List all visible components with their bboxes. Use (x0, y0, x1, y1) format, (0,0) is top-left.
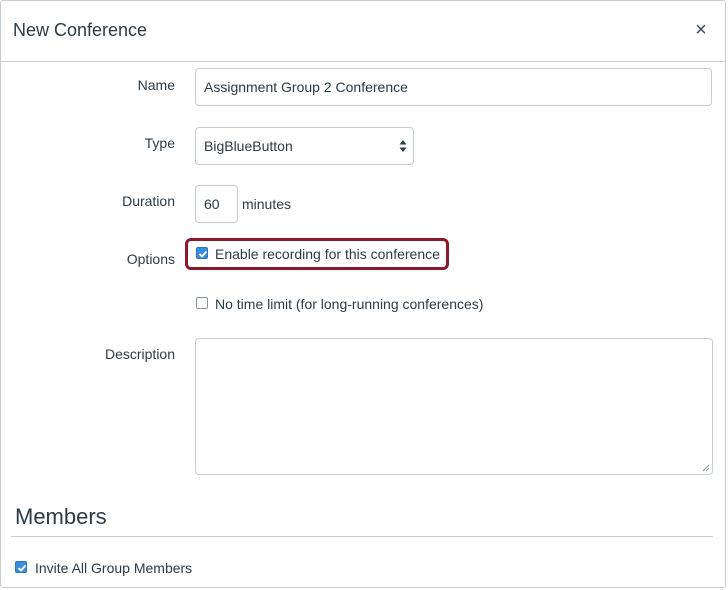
dialog-header: New Conference × (1, 1, 725, 62)
checkmark-icon (198, 250, 208, 258)
duration-input[interactable]: 60 (195, 185, 238, 223)
type-select[interactable]: BigBlueButton (195, 127, 414, 165)
members-heading: Members (15, 504, 107, 529)
options-label: Options (126, 251, 175, 267)
no-time-limit-checkbox[interactable] (196, 297, 208, 309)
invite-all-label: Invite All Group Members (35, 560, 193, 576)
new-conference-dialog: New Conference × Name Assignment Group 2… (0, 0, 726, 588)
name-input[interactable]: Assignment Group 2 Conference (195, 68, 712, 106)
no-time-limit-label: No time limit (for long-running conferen… (215, 296, 484, 312)
recording-checkbox[interactable] (196, 247, 208, 259)
invite-all-checkbox[interactable] (15, 561, 27, 573)
recording-option-label: Enable recording for this conference (215, 246, 440, 262)
duration-label: Duration (122, 193, 175, 209)
close-icon[interactable]: × (693, 19, 709, 41)
description-label: Description (104, 346, 175, 362)
dialog-title: New Conference (13, 20, 148, 40)
checkmark-icon (17, 564, 27, 572)
type-label: Type (144, 135, 175, 151)
type-select-value: BigBlueButton (204, 138, 293, 154)
resize-handle-icon[interactable] (701, 463, 710, 472)
select-arrows-icon (399, 140, 407, 152)
members-divider (11, 536, 713, 537)
duration-unit-label: minutes (242, 196, 292, 212)
description-textarea[interactable] (195, 338, 713, 475)
name-label: Name (137, 77, 175, 93)
